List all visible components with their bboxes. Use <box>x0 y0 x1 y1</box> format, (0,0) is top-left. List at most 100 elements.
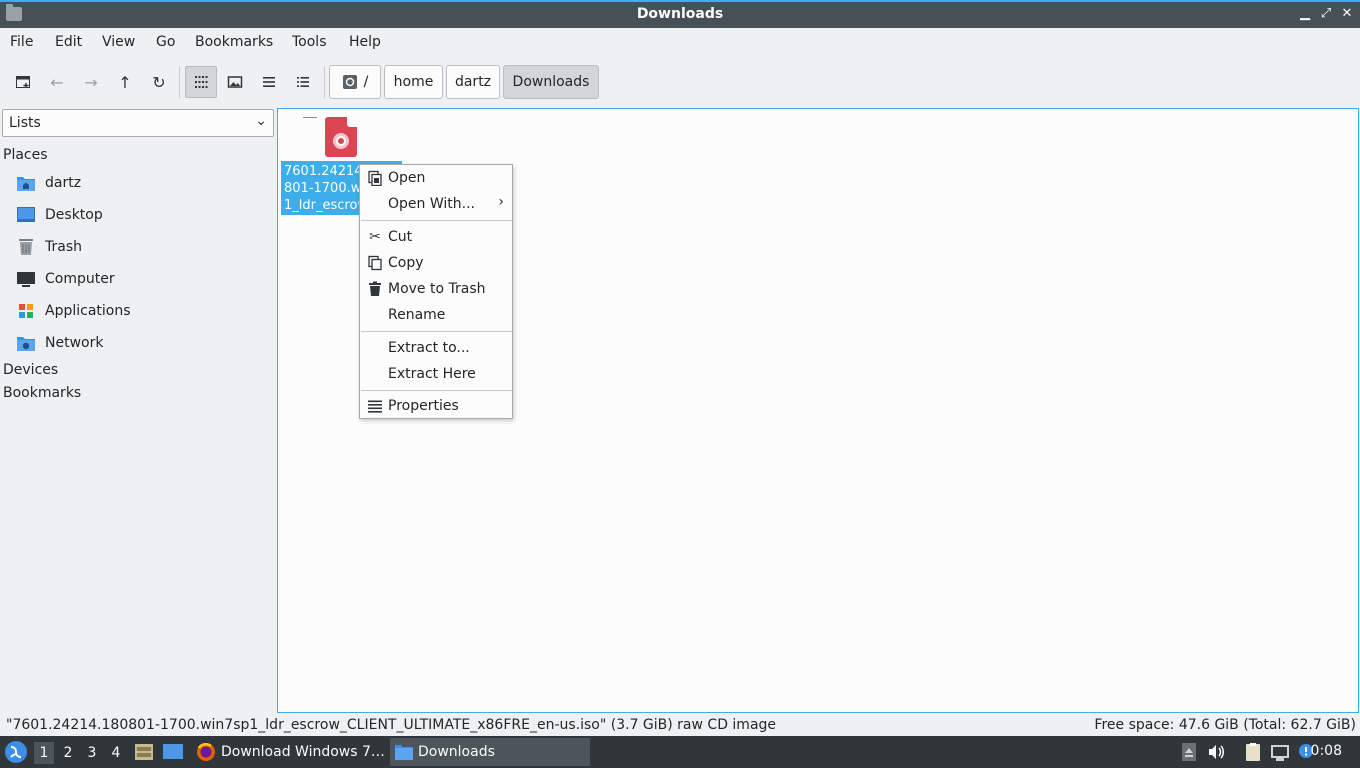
menu-separator <box>361 331 512 332</box>
ctx-move-to-trash[interactable]: Move to Trash <box>360 276 512 302</box>
breadcrumb-downloads-label: Downloads <box>512 74 590 90</box>
ctx-extract-here-label: Extract Here <box>388 366 476 382</box>
minimize-button[interactable]: ▁ <box>1296 5 1314 23</box>
firefox-icon <box>197 743 215 761</box>
compact-view-button[interactable] <box>253 66 285 98</box>
disc-image-icon[interactable] <box>325 117 357 157</box>
arrow-left-icon: ← <box>50 72 64 92</box>
bookmarks-header[interactable]: Bookmarks <box>3 385 81 401</box>
sidebar-item-label: dartz <box>45 175 82 191</box>
breadcrumb-root-label: / <box>363 74 369 90</box>
breadcrumb-root[interactable]: / <box>329 65 381 99</box>
thumbnail-view-button[interactable] <box>219 66 251 98</box>
ctx-rename[interactable]: Rename <box>360 302 512 328</box>
menu-tools[interactable]: Tools <box>292 34 327 50</box>
back-button[interactable]: ← <box>41 66 73 98</box>
desktop-icon <box>16 206 36 224</box>
ctx-copy-label: Copy <box>388 255 424 271</box>
icon-view-button[interactable] <box>185 66 217 98</box>
network-folder-icon <box>16 334 36 352</box>
window-title: Downloads <box>636 6 724 22</box>
tray-network[interactable] <box>1270 742 1290 762</box>
ctx-properties[interactable]: Properties <box>360 393 512 419</box>
workspace-3[interactable]: 3 <box>82 742 102 764</box>
up-button[interactable]: ↑ <box>109 66 141 98</box>
workspace-1[interactable]: 1 <box>34 742 54 764</box>
computer-icon <box>16 270 36 288</box>
sidebar-mode-select[interactable]: Lists ⌄ <box>2 109 274 137</box>
forward-button[interactable]: → <box>75 66 107 98</box>
breadcrumb-downloads[interactable]: Downloads <box>503 65 599 99</box>
reload-button[interactable]: ↻ <box>143 66 175 98</box>
trash-icon <box>16 238 36 256</box>
menu-bookmarks[interactable]: Bookmarks <box>195 34 273 50</box>
menu-edit[interactable]: Edit <box>55 34 82 50</box>
breadcrumb-dartz-label: dartz <box>454 74 492 90</box>
ctx-cut[interactable]: ✂ Cut <box>360 224 512 250</box>
new-tab-icon <box>16 76 30 88</box>
devices-header[interactable]: Devices <box>3 362 58 378</box>
detailed-view-button[interactable] <box>287 66 319 98</box>
maximize-button[interactable]: ⤢ <box>1317 5 1335 23</box>
workspace-4[interactable]: 4 <box>106 742 126 764</box>
workspace-2[interactable]: 2 <box>58 742 78 764</box>
task-downloads-label: Downloads <box>418 744 495 760</box>
sidebar-item-label: Desktop <box>45 207 103 223</box>
places-header[interactable]: Places <box>3 147 48 163</box>
sidebar-item-label: Computer <box>45 271 115 287</box>
ctx-cut-label: Cut <box>388 229 413 245</box>
sidebar-item-desktop[interactable]: Desktop <box>16 202 103 228</box>
sidebar-mode-value: Lists <box>9 115 41 131</box>
sidebar-item-applications[interactable]: Applications <box>16 298 131 324</box>
toolbar-separator <box>179 66 180 98</box>
ctx-extract-to[interactable]: Extract to... <box>360 335 512 361</box>
file-cabinet-icon <box>135 744 153 760</box>
lxqt-logo-icon <box>10 746 22 758</box>
menu-file[interactable]: File <box>10 34 33 50</box>
new-tab-button[interactable] <box>7 66 39 98</box>
file-manager-launcher[interactable] <box>134 743 154 761</box>
sidebar-item-trash[interactable]: Trash <box>16 234 82 260</box>
scissors-icon: ✂ <box>369 229 381 245</box>
taskbar: 1 2 3 4 Download Windows 7… Downloads 0:… <box>0 736 1360 768</box>
breadcrumb-home[interactable]: home <box>384 65 443 99</box>
menu-help[interactable]: Help <box>349 34 381 50</box>
network-icon <box>1271 745 1289 761</box>
eject-icon <box>1182 743 1196 761</box>
task-downloads[interactable]: Downloads <box>390 738 590 766</box>
open-icon <box>367 170 383 187</box>
sidebar-item-label: Trash <box>45 239 82 255</box>
breadcrumb-dartz[interactable]: dartz <box>446 65 500 99</box>
ctx-extract-here[interactable]: Extract Here <box>360 361 512 387</box>
applications-icon <box>16 302 36 320</box>
tray-clipboard[interactable] <box>1243 742 1263 762</box>
ctx-copy[interactable]: Copy <box>360 250 512 276</box>
clock[interactable]: 0:08 <box>1311 743 1342 759</box>
start-menu-button[interactable] <box>5 741 27 763</box>
tray-eject[interactable] <box>1179 742 1199 762</box>
ctx-open-with-label: Open With... <box>388 196 475 212</box>
toolbar: ← → ↑ ↻ / home dartz Downloads <box>0 58 1360 106</box>
menu-view[interactable]: View <box>102 34 135 50</box>
show-desktop-button[interactable] <box>162 743 184 761</box>
menu-go[interactable]: Go <box>156 34 175 50</box>
detailed-list-icon <box>297 77 309 87</box>
tray-volume[interactable] <box>1206 742 1226 762</box>
ctx-open[interactable]: Open <box>360 165 512 191</box>
toolbar-separator <box>324 66 325 98</box>
selection-marker <box>303 117 317 118</box>
drive-icon <box>342 75 357 89</box>
close-button[interactable]: ✕ <box>1338 5 1356 23</box>
task-firefox[interactable]: Download Windows 7… <box>192 738 388 766</box>
menu-separator <box>361 220 512 221</box>
trash-icon <box>367 281 383 297</box>
sidebar-item-dartz[interactable]: dartz <box>16 170 81 196</box>
properties-icon <box>367 398 383 414</box>
sidebar-item-computer[interactable]: Computer <box>16 266 115 292</box>
image-icon <box>227 76 243 88</box>
ctx-open-label: Open <box>388 170 426 186</box>
sidebar-item-network[interactable]: Network <box>16 330 103 356</box>
status-bar: "7601.24214.180801-1700.win7sp1_ldr_escr… <box>0 714 1360 736</box>
clipboard-icon <box>1246 743 1260 761</box>
ctx-open-with[interactable]: Open With... › <box>360 191 512 217</box>
